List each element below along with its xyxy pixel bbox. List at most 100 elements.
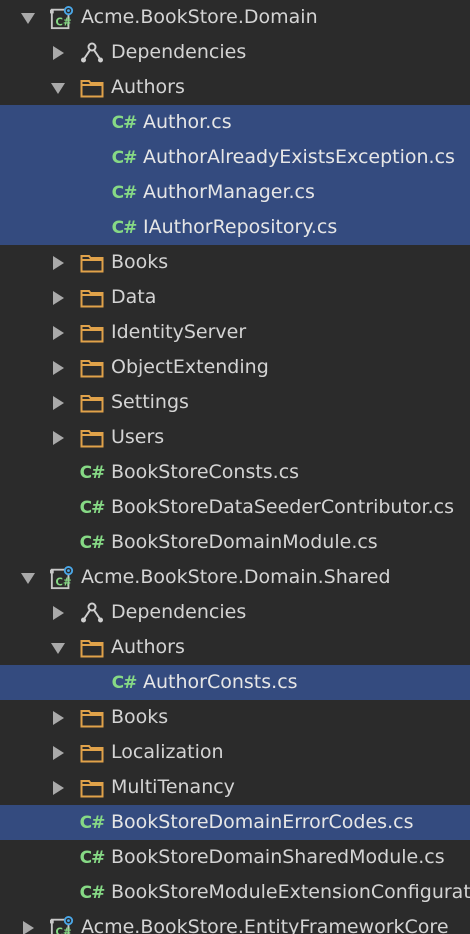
tree-row[interactable]: MultiTenancy — [0, 770, 470, 805]
tree-row[interactable]: Books — [0, 700, 470, 735]
tree-item-label: Acme.BookStore.Domain.Shared — [81, 566, 391, 588]
folder-icon — [80, 356, 104, 380]
collapsed-arrow-icon[interactable] — [48, 778, 68, 798]
tree-row[interactable]: C# Acme.BookStore.Domain — [0, 0, 470, 35]
tree-row[interactable]: C# Author.cs — [0, 105, 470, 140]
expanded-arrow-icon[interactable] — [48, 638, 68, 658]
tree-row[interactable]: C# BookStoreDomainModule.cs — [0, 525, 470, 560]
tree-item-label: AuthorManager.cs — [143, 181, 315, 203]
csharp-file-icon: C# — [111, 147, 138, 168]
tree-item-label: AuthorConsts.cs — [143, 671, 298, 693]
tree-row[interactable]: Data — [0, 280, 470, 315]
csharp-project-icon: C# — [50, 915, 74, 934]
tree-item-label: Users — [111, 426, 165, 448]
tree-item-label: Authors — [111, 76, 185, 98]
tree-item-label: AuthorAlreadyExistsException.cs — [143, 146, 455, 168]
collapsed-arrow-icon[interactable] — [48, 288, 68, 308]
tree-item-label: BookStoreModuleExtensionConfigurator.cs — [111, 881, 470, 903]
csharp-file-icon: C# — [79, 847, 106, 868]
tree-item-label: BookStoreDomainModule.cs — [111, 531, 378, 553]
expanded-arrow-icon[interactable] — [48, 78, 68, 98]
tree-item-label: ObjectExtending — [111, 356, 269, 378]
tree-row[interactable]: C# BookStoreConsts.cs — [0, 455, 470, 490]
tree-item-label: IAuthorRepository.cs — [143, 216, 338, 238]
collapsed-arrow-icon[interactable] — [48, 708, 68, 728]
collapsed-arrow-icon[interactable] — [48, 743, 68, 763]
csharp-file-icon: C# — [79, 882, 106, 903]
tree-row[interactable]: C# BookStoreDomainSharedModule.cs — [0, 840, 470, 875]
tree-item-label: Settings — [111, 391, 189, 413]
folder-icon — [80, 426, 104, 450]
folder-icon — [80, 321, 104, 345]
tree-row[interactable]: C# AuthorManager.cs — [0, 175, 470, 210]
csharp-project-icon: C# — [50, 5, 74, 30]
csharp-file-icon: C# — [79, 812, 106, 833]
dependencies-icon — [80, 601, 104, 625]
tree-row[interactable]: IdentityServer — [0, 315, 470, 350]
tree-item-label: Data — [111, 286, 157, 308]
tree-row[interactable]: C# BookStoreDataSeederContributor.cs — [0, 490, 470, 525]
tree-row[interactable]: Dependencies — [0, 35, 470, 70]
tree-item-label: Dependencies — [111, 601, 247, 623]
collapsed-arrow-icon[interactable] — [48, 603, 68, 623]
tree-row[interactable]: Settings — [0, 385, 470, 420]
collapsed-arrow-icon[interactable] — [48, 358, 68, 378]
folder-icon — [80, 286, 104, 310]
tree-row[interactable]: Books — [0, 245, 470, 280]
tree-row[interactable]: Localization — [0, 735, 470, 770]
folder-icon — [80, 741, 104, 765]
csharp-file-icon: C# — [111, 217, 138, 238]
folder-icon — [80, 636, 104, 660]
tree-item-label: IdentityServer — [111, 321, 247, 343]
tree-row[interactable]: C# IAuthorRepository.cs — [0, 210, 470, 245]
tree-item-label: Dependencies — [111, 41, 247, 63]
tree-item-label: Acme.BookStore.EntityFrameworkCore — [81, 916, 449, 934]
tree-item-label: BookStoreDomainSharedModule.cs — [111, 846, 445, 868]
csharp-file-icon: C# — [111, 112, 138, 133]
tree-item-label: Books — [111, 251, 169, 273]
expanded-arrow-icon[interactable] — [18, 8, 38, 28]
svg-text:C#: C# — [56, 927, 72, 934]
collapsed-arrow-icon[interactable] — [48, 428, 68, 448]
folder-icon — [80, 76, 104, 100]
csharp-project-icon: C# — [50, 565, 74, 590]
collapsed-arrow-icon[interactable] — [48, 43, 68, 63]
collapsed-arrow-icon[interactable] — [48, 393, 68, 413]
svg-text:C#: C# — [56, 577, 72, 588]
collapsed-arrow-icon[interactable] — [18, 918, 38, 934]
collapsed-arrow-icon[interactable] — [48, 253, 68, 273]
tree-item-label: MultiTenancy — [111, 776, 235, 798]
expanded-arrow-icon[interactable] — [18, 568, 38, 588]
tree-item-label: BookStoreDataSeederContributor.cs — [111, 496, 454, 518]
tree-row[interactable]: C# BookStoreDomainErrorCodes.cs — [0, 805, 470, 840]
tree-row[interactable]: ObjectExtending — [0, 350, 470, 385]
csharp-file-icon: C# — [111, 672, 138, 693]
tree-row[interactable]: Dependencies — [0, 595, 470, 630]
tree-row[interactable]: C# Acme.BookStore.EntityFrameworkCore — [0, 910, 470, 934]
csharp-file-icon: C# — [79, 462, 106, 483]
folder-icon — [80, 391, 104, 415]
tree-row[interactable]: Authors — [0, 70, 470, 105]
tree-item-label: Books — [111, 706, 169, 728]
tree-row[interactable]: C#BookStoreModuleExtensionConfigurator.c… — [0, 875, 470, 910]
tree-row[interactable]: C# AuthorAlreadyExistsException.cs — [0, 140, 470, 175]
folder-icon — [80, 706, 104, 730]
tree-row[interactable]: C# AuthorConsts.cs — [0, 665, 470, 700]
tree-item-label: BookStoreDomainErrorCodes.cs — [111, 811, 414, 833]
csharp-file-icon: C# — [79, 497, 106, 518]
csharp-file-icon: C# — [79, 532, 106, 553]
tree-item-label: Author.cs — [143, 111, 232, 133]
svg-text:C#: C# — [56, 17, 72, 28]
tree-item-label: BookStoreConsts.cs — [111, 461, 300, 483]
tree-row[interactable]: Authors — [0, 630, 470, 665]
tree-row[interactable]: C# Acme.BookStore.Domain.Shared — [0, 560, 470, 595]
tree-item-label: Localization — [111, 741, 224, 763]
folder-icon — [80, 776, 104, 800]
tree-item-label: Acme.BookStore.Domain — [81, 6, 318, 28]
folder-icon — [80, 251, 104, 275]
csharp-file-icon: C# — [111, 182, 138, 203]
dependencies-icon — [80, 41, 104, 65]
tree-item-label: Authors — [111, 636, 185, 658]
tree-row[interactable]: Users — [0, 420, 470, 455]
collapsed-arrow-icon[interactable] — [48, 323, 68, 343]
